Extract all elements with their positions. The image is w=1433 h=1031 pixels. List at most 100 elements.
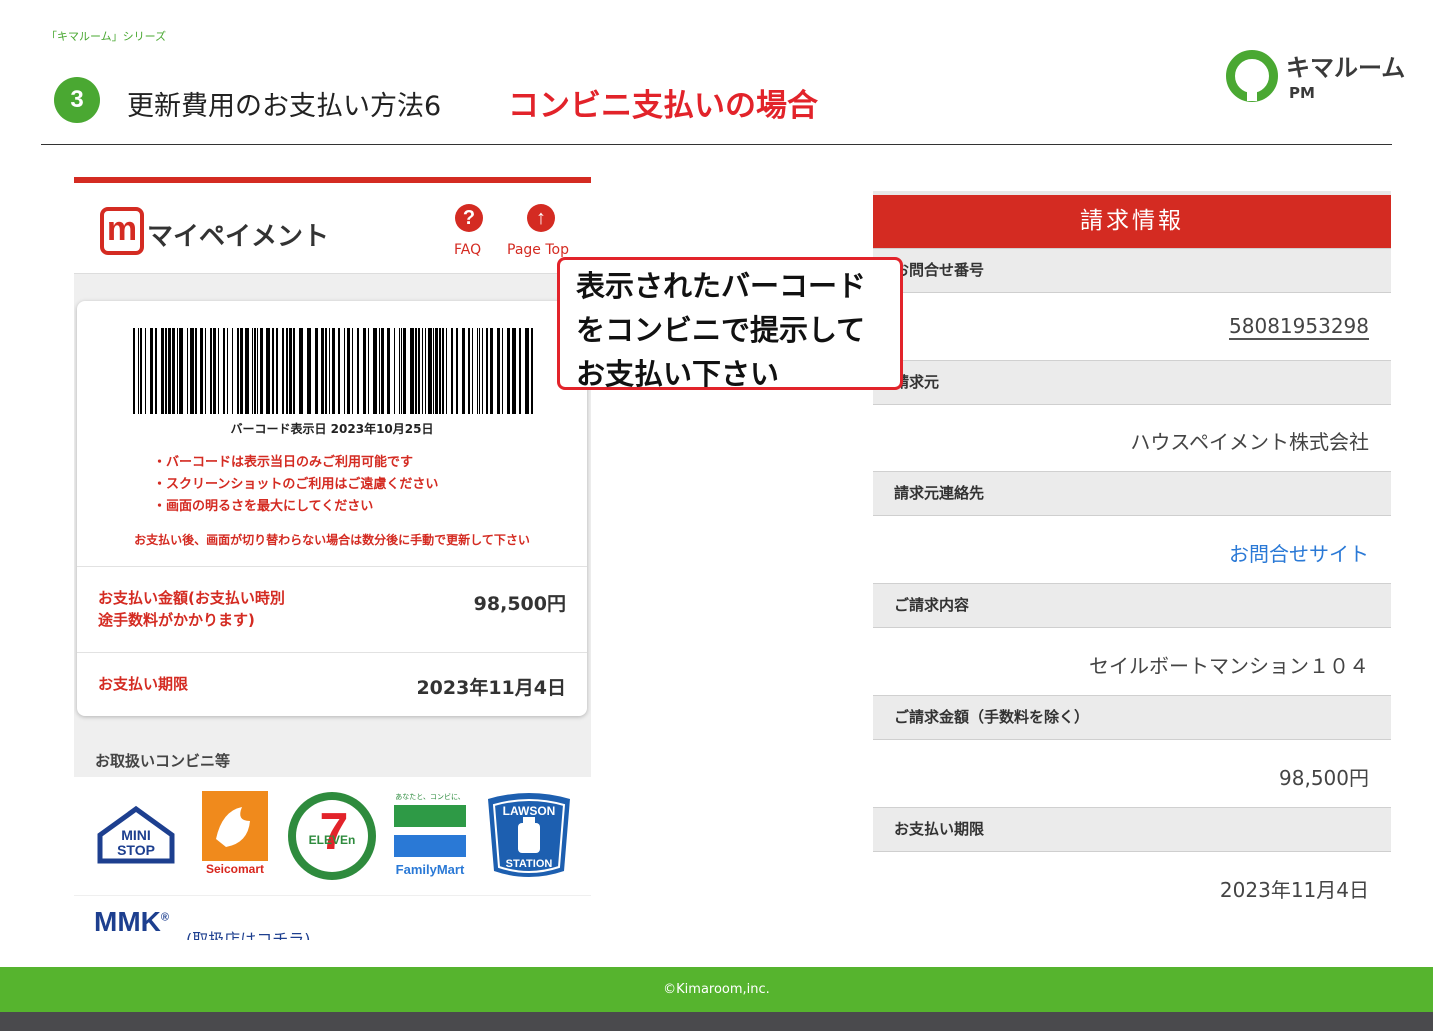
ministop-text: MINI <box>121 827 151 843</box>
barcode-bar <box>486 328 488 414</box>
barcode-bar <box>479 328 480 414</box>
barcode-bar <box>387 328 390 414</box>
barcode-bar <box>223 328 225 414</box>
seven-number: 7 <box>320 803 349 861</box>
barcode-bar <box>381 328 384 414</box>
barcode-bar <box>145 328 146 414</box>
due-row: お支払い期限 2023年11月4日 <box>77 652 587 717</box>
barcode-bar <box>456 328 458 414</box>
familymart-text: FamilyMart <box>396 862 465 877</box>
faq-link[interactable]: FAQ <box>454 242 481 258</box>
barcode-bar <box>415 328 417 414</box>
barcode-bar <box>172 328 175 414</box>
barcode-bar <box>472 328 473 414</box>
barcode-bar <box>205 328 206 414</box>
barcode-bar <box>272 328 274 414</box>
billing-content-label: ご請求内容 <box>873 583 1391 628</box>
kimaroom-logo: キマルーム PM <box>1226 48 1405 104</box>
callout-line: お支払い下さい <box>576 357 780 391</box>
logo-ring-icon <box>1226 50 1278 102</box>
barcode-bar <box>352 328 353 414</box>
barcode-bar <box>200 328 203 414</box>
barcode-bar <box>368 328 369 414</box>
barcode-bar <box>237 328 239 414</box>
lawson-text: STATION <box>506 858 553 870</box>
mmk-registered-mark: ® <box>160 911 169 924</box>
seven-text: ELEVEn <box>309 833 356 847</box>
barcode-bar <box>344 328 345 414</box>
barcode-bar <box>531 328 533 414</box>
note-item: ・バーコードは表示当日のみご利用可能です <box>153 455 414 470</box>
familymart-logo: あなたと、コンビに、 FamilyMart <box>394 792 466 877</box>
barcode-date: バーコード表示日 2023年10月25日 <box>230 422 434 436</box>
biller-contact-label: 請求元連絡先 <box>873 471 1391 516</box>
barcode-bar <box>373 328 377 414</box>
barcode-bar <box>179 328 183 414</box>
barcode-bar <box>497 328 500 414</box>
page-title: 更新費用のお支払い方法6 <box>127 91 442 122</box>
barcode-bar <box>140 328 142 414</box>
barcode-bar <box>240 328 243 414</box>
barcode-bar <box>227 328 228 414</box>
barcode-bar <box>433 328 434 414</box>
barcode-bar <box>260 328 263 414</box>
barcode-bar <box>252 328 253 414</box>
barcode-bar <box>507 328 510 414</box>
mmk-row: MMK® (取扱店はコチラ) <box>74 896 591 940</box>
barcode-bar <box>435 328 438 414</box>
barcode-bar <box>257 328 258 414</box>
barcode-bar <box>462 328 465 414</box>
series-label: 「キマルーム」シリーズ <box>46 30 167 43</box>
callout-line: をコンビニで提示して <box>576 313 866 347</box>
page-top-link[interactable]: Page Top <box>507 242 569 258</box>
barcode-notes: ・バーコードは表示当日のみご利用可能です ・スクリーンショットのご利用はご遠慮く… <box>153 452 438 518</box>
barcode-bar <box>403 328 406 414</box>
barcode-bar <box>245 328 249 414</box>
barcode-bar <box>155 328 157 414</box>
barcode-bar <box>282 328 284 414</box>
billing-content-value: セイルボートマンション１０４ <box>1089 654 1369 678</box>
instruction-callout: 表示されたバーコード をコンビニで提示して お支払い下さい <box>557 257 903 391</box>
mypayment-logo-icon: m <box>100 207 144 255</box>
barcode-bar <box>232 328 233 414</box>
barcode-bar <box>266 328 270 414</box>
mmk-stores-link[interactable]: (取扱店はコチラ) <box>186 926 311 940</box>
barcode-bar <box>161 328 164 414</box>
payment-due-label: お支払い期限 <box>873 807 1391 852</box>
amount-label: お支払い金額(お支払い時別 途手数料がかかります) <box>98 587 285 631</box>
ministop-text: STOP <box>117 842 155 858</box>
biller-value: ハウスペイメント株式会社 <box>1130 430 1369 454</box>
logo-pm: PM <box>1289 84 1315 102</box>
question-circle-icon[interactable]: ? <box>455 204 483 232</box>
header-divider <box>41 144 1392 145</box>
inquiry-site-link[interactable]: お問合せサイト <box>1229 538 1369 567</box>
amount-row: お支払い金額(お支払い時別 途手数料がかかります) 98,500円 <box>77 566 587 653</box>
store-logos: MINI STOP Seicomart 7 ELEVEn あなたと、コンビに、 <box>74 777 591 895</box>
mypayment-screenshot: m マイペイメント ? FAQ ↑ Page Top バーコード表示日 2023… <box>74 177 591 940</box>
barcode-bar <box>401 328 402 414</box>
barcode-bar <box>490 328 493 414</box>
mypayment-header: m マイペイメント ? FAQ ↑ Page Top <box>74 183 591 274</box>
stores-title: お取扱いコンビニ等 <box>95 752 231 770</box>
barcode-image <box>133 328 533 414</box>
barcode-bar <box>190 328 194 414</box>
biller-label: 請求元 <box>873 360 1391 405</box>
barcode-bar <box>379 328 380 414</box>
barcode-bar <box>332 328 335 414</box>
barcode-bar <box>218 328 219 414</box>
barcode-bar <box>195 328 197 414</box>
barcode-bar <box>177 328 178 414</box>
logo-name: キマルーム <box>1286 54 1406 82</box>
barcode-bar <box>321 328 324 414</box>
barcode-bar <box>187 328 188 414</box>
barcode-bar <box>165 328 167 414</box>
callout-line: 表示されたバーコード <box>576 269 867 303</box>
barcode-bar <box>428 328 432 414</box>
seicomart-text: Seicomart <box>206 862 264 876</box>
familymart-tagline: あなたと、コンビに、 <box>395 792 465 801</box>
refresh-note: お支払い後、画面が切り替わらない場合は数分後に手動で更新して下さい <box>134 533 530 547</box>
ministop-logo: MINI STOP <box>97 805 175 864</box>
lawson-text: LAWSON <box>503 804 556 818</box>
arrow-up-circle-icon[interactable]: ↑ <box>527 204 555 232</box>
billing-amount-label: ご請求金額（手数料を除く） <box>873 695 1391 740</box>
